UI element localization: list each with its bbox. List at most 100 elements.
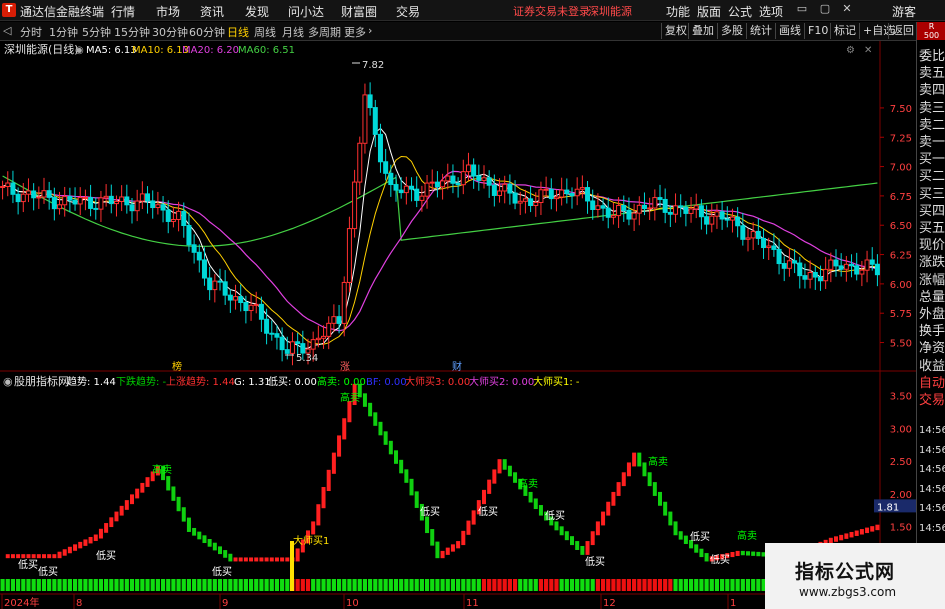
signal-strip-cell [373,579,378,591]
period-30min[interactable]: 30分钟 [152,24,188,40]
kline-chart-area[interactable]: 7.50 7.25 7.00 6.75 6.50 6.25 6.00 5.75 5.50 3.50… [0,41,916,609]
signal-strip-cell [321,579,326,591]
chart-canvas[interactable]: 7.50 7.25 7.00 6.75 6.50 6.25 6.00 5.75 5.50 3.50… [0,41,916,609]
menu-gongshi[interactable]: 公式 [728,3,752,20]
trend-bar [274,557,279,562]
event-marker: 财 [452,360,462,373]
trend-bar [751,551,756,556]
fuquan-button[interactable]: 复权 [661,23,690,39]
signal-strip-cell [269,579,274,591]
candle-body [20,193,26,203]
huaxian-button[interactable]: 画线 [775,23,804,39]
chevron-right-icon[interactable]: › [368,24,372,37]
period-more[interactable]: 更多 [344,24,366,40]
candle-body [191,244,197,253]
signal-strip-cell [450,579,456,591]
menu-item-faxian[interactable]: 发现 [245,3,269,20]
signal-strip-cell [21,579,26,591]
buy-signal-label: 低买 [420,505,440,518]
master-buy-bar [290,541,294,591]
r500-badge[interactable]: R 500 [917,22,945,40]
candle-body [103,195,109,199]
trend-bar [62,549,67,556]
period-60min[interactable]: 60分钟 [189,24,225,40]
candle-body [372,107,378,135]
candle-body [709,215,715,225]
signal-strip-cell [47,579,52,591]
f10-button[interactable]: F10 [804,23,831,39]
menu-item-wenxiaoda[interactable]: 问小达 [288,3,324,20]
period-15min[interactable]: 15分钟 [114,24,150,40]
return-button[interactable]: 返回 [888,23,917,39]
menu-gongneng[interactable]: 功能 [666,3,690,20]
quote-field-label: 净资 [919,341,945,357]
diejia-button[interactable]: 叠加 [688,23,717,39]
signal-strip-cell [559,579,564,591]
menu-item-caifuquan[interactable]: 财富圈 [341,3,377,20]
signal-strip-cell [10,579,16,591]
trend-bar [844,533,849,539]
trend-bar [124,500,129,510]
period-monthly[interactable]: 月线 [282,24,304,40]
close-panel-icon: ✕ [864,45,872,56]
menu-item-zixun[interactable]: 资讯 [200,3,224,20]
quote-field-label[interactable]: 交易 [919,392,945,409]
signal-strip-cell [487,579,492,591]
minimize-icon[interactable]: ▭ [795,2,809,16]
candle-body [704,216,710,225]
biaoji-button[interactable]: 标记 [830,23,859,39]
period-weekly[interactable]: 周线 [254,24,276,40]
trend-bar [140,482,145,493]
trend-bar [342,418,347,440]
trend-bar [683,535,688,544]
trend-bar [394,450,398,464]
candle-body [735,216,741,227]
candle-body [766,245,772,249]
candle-body [698,205,704,218]
candle-body [729,216,735,221]
app-title: 通达信金融终端 [20,5,105,19]
period-fenshi[interactable]: 分时 [20,24,42,40]
period-5min[interactable]: 5分钟 [82,24,111,40]
menu-item-jiaoyi[interactable]: 交易 [396,3,420,20]
signal-strip-cell [435,579,440,591]
trend-bar [735,550,740,556]
signal-strip-cell [580,579,585,591]
quote-field-label[interactable]: 自动 [919,375,945,392]
period-multi[interactable]: 多周期 [308,24,341,40]
candle-body [62,196,68,206]
period-daily[interactable]: 日线 [227,24,249,40]
trend-bar [233,557,238,562]
candle-body [196,251,202,261]
candle-body [564,189,570,195]
tongji-button[interactable]: 统计 [746,23,775,39]
buy-signal-label: 低买 [38,565,58,578]
candle-body [538,189,544,203]
signal-strip-cell [254,579,259,591]
menu-item-hangqing[interactable]: 行情 [111,3,135,20]
restore-icon[interactable]: ▢ [818,2,832,16]
trend-bar [228,553,233,562]
candle-body [15,193,21,203]
trend-bar [212,542,217,551]
close-icon[interactable]: ✕ [840,2,854,16]
guest-label[interactable]: 游客 [892,3,916,20]
period-1min[interactable]: 1分钟 [49,24,78,40]
duogu-button[interactable]: 多股 [717,23,746,39]
signal-strip-cell [590,579,595,591]
candle-body [326,322,332,337]
back-arrow-icon[interactable]: ◁ [3,24,11,37]
signal-strip-cell [585,579,590,591]
menu-item-shichang[interactable]: 市场 [156,3,180,20]
signal-strip-cell [259,579,264,591]
login-warning[interactable]: 证券交易未登录 [513,3,590,19]
signal-strip-cell [673,579,678,591]
stock-name-link[interactable]: 深圳能源 [588,3,632,19]
signal-strip-cell [699,579,704,591]
candle-body [321,335,327,339]
menu-xuanxiang[interactable]: 选项 [759,3,783,20]
menu-banmian[interactable]: 版面 [697,3,721,20]
signal-strip-cell [626,579,632,591]
candle-body [641,204,647,210]
candle-body [77,197,83,205]
